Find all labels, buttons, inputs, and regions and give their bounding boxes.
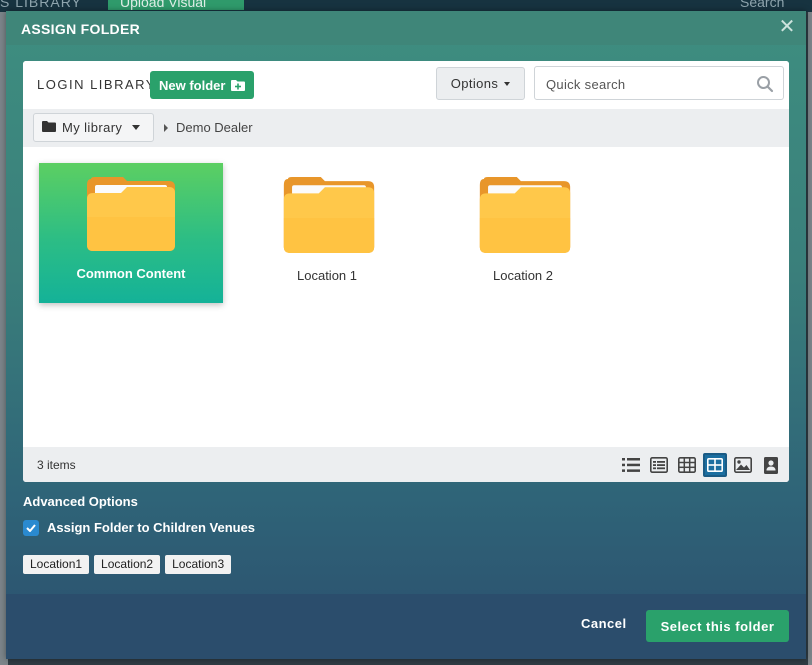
modal-footer: Cancel Select this folder: [6, 594, 806, 659]
grid-icon[interactable]: [703, 453, 727, 477]
assign-children-checkbox[interactable]: [23, 520, 39, 536]
select-folder-button[interactable]: Select this folder: [646, 610, 789, 642]
venue-tag: Location1: [23, 555, 90, 574]
caret-down-icon: [504, 81, 511, 86]
detail-list-icon[interactable]: [647, 453, 671, 477]
new-folder-button[interactable]: New folder: [150, 71, 255, 99]
background-upload-button: Upload Visual: [108, 0, 244, 10]
folder-icon: [479, 177, 571, 253]
caret-down-icon: [132, 125, 141, 130]
options-label: Options: [450, 76, 499, 91]
panel-footer: 3 items: [23, 447, 789, 482]
assign-folder-modal: ASSIGN FOLDER ✕ LOGIN LIBRARY New folder…: [6, 11, 806, 659]
options-dropdown[interactable]: Options: [436, 67, 525, 100]
panel-toolbar: LOGIN LIBRARY New folder Options: [23, 61, 789, 109]
folder-item-common-content[interactable]: Common Content: [39, 163, 223, 303]
folder-icon: [42, 120, 56, 135]
my-library-dropdown[interactable]: My library: [33, 113, 154, 142]
items-count: 3 items: [37, 458, 76, 472]
cancel-button[interactable]: Cancel: [581, 616, 627, 631]
advanced-options-title: Advanced Options: [23, 494, 138, 509]
venue-tag: Location3: [165, 555, 232, 574]
venue-tags: Location1 Location2 Location3: [23, 555, 232, 574]
close-icon[interactable]: ✕: [778, 17, 796, 37]
table-icon[interactable]: [675, 453, 699, 477]
search-box: [534, 66, 784, 100]
folder-item-location-2[interactable]: Location 2: [431, 163, 615, 303]
search-icon[interactable]: [756, 75, 774, 93]
contact-card-icon[interactable]: [759, 453, 783, 477]
modal-header: ASSIGN FOLDER ✕: [6, 11, 806, 45]
folder-name: Location 1: [297, 268, 357, 283]
breadcrumb-current[interactable]: Demo Dealer: [176, 120, 253, 135]
check-icon: [26, 524, 36, 532]
background-library-label: S LIBRARY: [0, 0, 82, 10]
background-overlay-right: [808, 12, 812, 665]
folder-plus-icon: [231, 79, 246, 91]
modal-title: ASSIGN FOLDER: [21, 21, 141, 37]
my-library-label: My library: [62, 120, 123, 135]
breadcrumb: My library Demo Dealer: [23, 109, 789, 147]
search-input[interactable]: [546, 75, 746, 93]
chevron-right-icon: [164, 124, 168, 132]
assign-children-label[interactable]: Assign Folder to Children Venues: [47, 520, 255, 535]
image-icon[interactable]: [731, 453, 755, 477]
folder-name: Common Content: [76, 266, 186, 281]
venue-tag: Location2: [94, 555, 161, 574]
folder-name: Location 2: [493, 268, 553, 283]
folder-item-location-1[interactable]: Location 1: [235, 163, 419, 303]
background-search: Search: [740, 0, 785, 10]
view-mode-switcher: [619, 453, 783, 477]
folder-icon: [87, 177, 175, 251]
library-panel: LOGIN LIBRARY New folder Options Quick s…: [23, 61, 789, 482]
folder-grid: Common Content Location 1 Location 2: [23, 147, 789, 447]
folder-icon: [283, 177, 375, 253]
library-label: LOGIN LIBRARY: [37, 77, 156, 92]
new-folder-label: New folder: [159, 77, 226, 93]
list-icon[interactable]: [619, 453, 643, 477]
